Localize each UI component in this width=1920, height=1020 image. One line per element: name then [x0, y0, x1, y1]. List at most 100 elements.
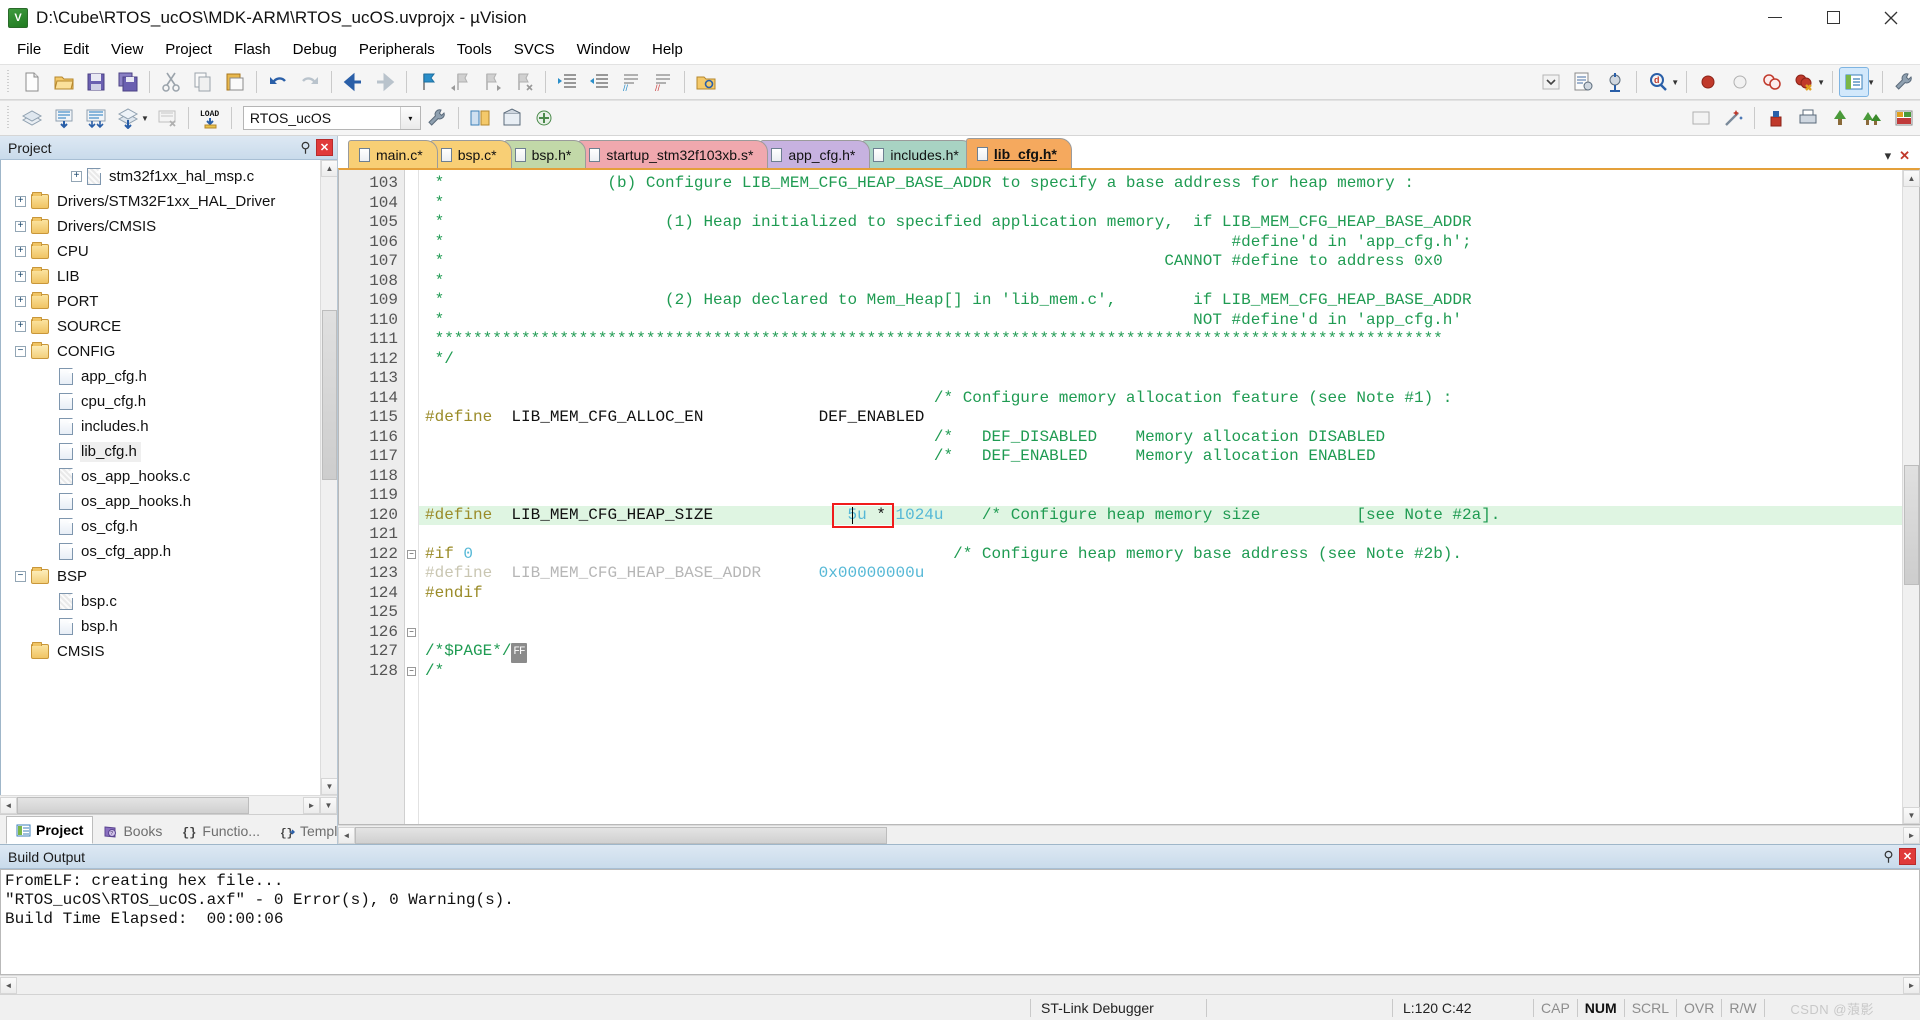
expand-icon[interactable]: +	[15, 246, 26, 257]
target-options-button[interactable]	[422, 103, 452, 133]
panel-tab-project[interactable]: Project	[6, 816, 94, 844]
code-editor[interactable]: 103 104 105 106 107 108 109 110 111 112 113 114 115 1…	[338, 168, 1920, 825]
scroll-up-arrow-icon[interactable]: ▲	[321, 160, 337, 177]
toolbar-grip[interactable]	[5, 106, 13, 130]
hscroll-track[interactable]	[17, 976, 1903, 994]
menu-help[interactable]: Help	[641, 37, 694, 62]
tree-item-cpu[interactable]: + CPU	[1, 239, 337, 264]
collapse-icon[interactable]: −	[407, 666, 416, 676]
close-icon[interactable]: ✕	[316, 139, 333, 156]
target-select[interactable]: RTOS_ucOS ▾	[242, 106, 421, 130]
tab-list-dropdown-icon[interactable]: ▾	[1885, 148, 1892, 164]
tree-item-app-cfg-h[interactable]: app_cfg.h	[1, 364, 337, 389]
editor-tab-bsp-h-[interactable]: bsp.h*	[503, 140, 587, 168]
expand-icon[interactable]: +	[71, 171, 82, 182]
close-document-icon[interactable]: ✕	[1899, 148, 1910, 164]
copy-button[interactable]	[188, 67, 218, 97]
tree-item-source[interactable]: + SOURCE	[1, 314, 337, 339]
tree-item-bsp[interactable]: − BSP	[1, 564, 337, 589]
project-tree-scrollbar[interactable]: ▲ ▼	[320, 160, 337, 795]
print-button[interactable]	[1793, 103, 1823, 133]
expand-icon[interactable]: +	[15, 296, 26, 307]
scroll-down-arrow-icon[interactable]: ▼	[321, 778, 337, 795]
menu-peripherals[interactable]: Peripherals	[348, 37, 446, 62]
pin-icon[interactable]: ⚲	[1880, 848, 1897, 865]
toolbar-grip[interactable]	[5, 70, 13, 94]
code-line[interactable]: /*	[419, 662, 1902, 682]
scroll-extra-arrow-icon[interactable]: ▼	[320, 796, 337, 814]
code-line[interactable]	[419, 603, 1902, 623]
menu-flash[interactable]: Flash	[223, 37, 282, 62]
stop-build-button[interactable]	[152, 103, 182, 133]
collapse-icon[interactable]: −	[407, 627, 416, 637]
bookmark-prev-button[interactable]	[445, 67, 475, 97]
code-horizontal-scrollbar[interactable]: ◄ ►	[338, 825, 1920, 844]
expand-icon[interactable]: +	[15, 221, 26, 232]
tree-item-lib-cfg-h[interactable]: lib_cfg.h	[1, 439, 337, 464]
tree-item-port[interactable]: + PORT	[1, 289, 337, 314]
code-line[interactable]: * (b) Configure LIB_MEM_CFG_HEAP_BASE_AD…	[419, 174, 1902, 194]
code-line[interactable]: #define LIB_MEM_CFG_ALLOC_EN DEF_ENABLED	[419, 408, 1902, 428]
navigate-back-button[interactable]	[338, 67, 368, 97]
manage-project-button[interactable]	[465, 103, 495, 133]
code-line[interactable]	[419, 525, 1902, 545]
wand-button[interactable]	[1718, 103, 1748, 133]
batch-build-button[interactable]	[113, 103, 143, 133]
code-line[interactable]: #define LIB_MEM_CFG_HEAP_BASE_ADDR 0x000…	[419, 564, 1902, 584]
code-line[interactable]: *	[419, 272, 1902, 292]
code-line[interactable]	[419, 467, 1902, 487]
indent-button[interactable]	[552, 67, 582, 97]
expand-icon[interactable]: +	[15, 321, 26, 332]
navigate-forward-button[interactable]	[370, 67, 400, 97]
scroll-thumb[interactable]	[322, 310, 337, 480]
scroll-right-arrow-icon[interactable]: ►	[1903, 976, 1920, 994]
close-button[interactable]	[1862, 0, 1920, 36]
cut-button[interactable]	[156, 67, 186, 97]
project-tree-container[interactable]: + stm32f1xx_hal_msp.c + Drivers/STM32F1xx_H…	[0, 160, 337, 795]
code-line[interactable]	[419, 486, 1902, 506]
editor-tab-bsp-c-[interactable]: bsp.c*	[429, 140, 512, 168]
uncomment-button[interactable]: //	[648, 67, 678, 97]
tree-item-bsp-c[interactable]: bsp.c	[1, 589, 337, 614]
svcs-button[interactable]	[529, 103, 559, 133]
debug-session-button[interactable]	[1600, 67, 1630, 97]
code-line[interactable]: * (1) Heap initialized to specified appl…	[419, 213, 1902, 233]
comment-button[interactable]: //	[616, 67, 646, 97]
debug-settings-button[interactable]	[1761, 103, 1791, 133]
panel-tab-functio[interactable]: {} Functio...	[172, 818, 270, 844]
scroll-up-arrow-icon[interactable]: ▲	[1903, 170, 1920, 187]
insert-file-button[interactable]	[1825, 103, 1855, 133]
hscroll-track[interactable]	[355, 826, 1903, 844]
collapse-icon[interactable]: −	[15, 571, 26, 582]
project-window-button[interactable]	[1889, 103, 1919, 133]
code-scroll-region[interactable]: 103 104 105 106 107 108 109 110 111 112 113 114 115 1…	[339, 170, 1902, 824]
menu-view[interactable]: View	[100, 37, 154, 62]
code-line[interactable]: #define LIB_MEM_CFG_HEAP_SIZE 5u * 1024u…	[419, 505, 1902, 525]
tree-item-os-cfg-h[interactable]: os_cfg.h	[1, 514, 337, 539]
collapse-icon[interactable]: −	[407, 549, 416, 559]
code-line[interactable]: /* DEF_ENABLED Memory allocation ENABLED	[419, 447, 1902, 467]
editor-tab-main-c-[interactable]: main.c*	[348, 140, 438, 168]
code-line[interactable]: * NOT #define'd in 'app_cfg.h'	[419, 311, 1902, 331]
bookmark-clear-button[interactable]	[509, 67, 539, 97]
code-line[interactable]: *	[419, 194, 1902, 214]
save-button[interactable]	[81, 67, 111, 97]
scroll-right-arrow-icon[interactable]: ►	[1903, 826, 1920, 844]
tree-item-lib[interactable]: + LIB	[1, 264, 337, 289]
disable-breakpoint-button[interactable]	[1725, 67, 1755, 97]
toolbar-overflow-button[interactable]	[1536, 67, 1566, 97]
menu-file[interactable]: File	[6, 37, 52, 62]
outdent-button[interactable]	[584, 67, 614, 97]
code-line[interactable]: * CANNOT #define to address 0x0	[419, 252, 1902, 272]
tree-item-config[interactable]: − CONFIG	[1, 339, 337, 364]
bookmark-toggle-button[interactable]	[413, 67, 443, 97]
redo-button[interactable]	[295, 67, 325, 97]
tree-item-bsp-h[interactable]: bsp.h	[1, 614, 337, 639]
new-file-button[interactable]	[17, 67, 47, 97]
code-fold-column[interactable]: − − −	[405, 170, 419, 824]
tree-item-cpu-cfg-h[interactable]: cpu_cfg.h	[1, 389, 337, 414]
find-button[interactable]: d	[1643, 67, 1673, 97]
undo-button[interactable]	[263, 67, 293, 97]
code-vertical-scrollbar[interactable]: ▲ ▼	[1902, 170, 1920, 824]
pack-installer-button[interactable]	[497, 103, 527, 133]
